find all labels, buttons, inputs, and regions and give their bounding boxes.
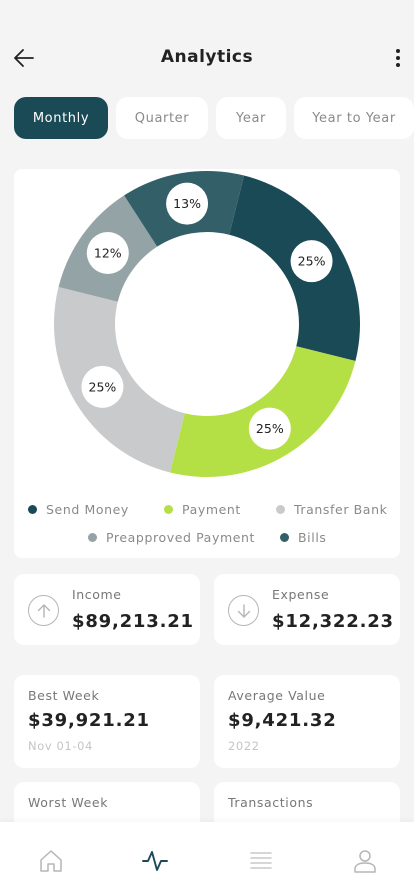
app-header: Analytics <box>0 0 414 90</box>
list-icon <box>250 852 272 869</box>
more-options-button[interactable] <box>390 44 406 72</box>
best-week-label: Best Week <box>28 688 100 703</box>
expense-value: $12,322.23 <box>272 611 394 632</box>
expense-label: Expense <box>272 587 330 602</box>
legend-dot <box>164 505 173 514</box>
tab-year[interactable]: Year <box>216 97 286 139</box>
legend-label: Bills <box>298 530 327 545</box>
chart-legend: Send Money Payment Transfer Bank Preappr… <box>14 502 400 558</box>
income-label: Income <box>72 587 122 602</box>
legend-item-transfer-bank: Transfer Bank <box>276 502 387 517</box>
nav-home[interactable] <box>36 846 66 876</box>
legend-label: Preapproved Payment <box>106 530 256 545</box>
legend-label: Transfer Bank <box>294 502 388 517</box>
best-week-date: Nov 01-04 <box>28 739 93 753</box>
income-value: $89,213.21 <box>72 611 194 632</box>
slice-percent-label: 25% <box>89 379 117 394</box>
transactions-label: Transactions <box>228 795 314 810</box>
average-value-label: Average Value <box>228 688 326 703</box>
home-icon <box>40 850 62 872</box>
best-week-card[interactable]: Best Week $39,921.21 Nov 01-04 <box>14 675 200 768</box>
tab-quarter[interactable]: Quarter <box>116 97 208 139</box>
legend-item-payment: Payment <box>164 502 241 517</box>
best-week-value: $39,921.21 <box>28 710 150 731</box>
tab-year-to-year[interactable]: Year to Year <box>294 97 414 139</box>
spending-chart-card: 25% 25% 25% 12% 13% Send Money Payment Trans… <box>14 169 400 558</box>
average-value-year: 2022 <box>228 739 260 753</box>
legend-dot <box>276 505 285 514</box>
slice-percent-label: 25% <box>256 421 284 436</box>
legend-dot <box>88 533 97 542</box>
slice-percent-label: 25% <box>298 254 326 269</box>
worst-week-label: Worst Week <box>28 795 109 810</box>
nav-analytics[interactable] <box>140 846 170 876</box>
page-title: Analytics <box>160 47 254 67</box>
donut-chart: 25% 25% 25% 12% 13% <box>54 171 361 478</box>
income-card[interactable]: Income $89,213.21 <box>14 574 200 645</box>
legend-item-preapproved-payment: Preapproved Payment <box>88 530 255 545</box>
arrow-up-circle-icon <box>28 595 59 626</box>
activity-icon <box>142 851 168 871</box>
legend-dot <box>28 505 37 514</box>
legend-label: Payment <box>182 502 241 517</box>
tab-monthly[interactable]: Monthly <box>14 97 108 139</box>
period-tabs: Monthly Quarter Year Year to Year <box>14 97 414 139</box>
average-value-card[interactable]: Average Value $9,421.32 2022 <box>214 675 400 768</box>
expense-card[interactable]: Expense $12,322.23 <box>214 574 400 645</box>
profile-icon <box>354 850 376 873</box>
average-value-value: $9,421.32 <box>228 710 337 731</box>
arrow-down-circle-icon <box>228 595 259 626</box>
legend-item-send-money: Send Money <box>28 502 129 517</box>
bottom-navigation <box>0 822 414 896</box>
more-dots-icon <box>396 49 400 53</box>
slice-percent-label: 12% <box>94 245 122 260</box>
nav-list[interactable] <box>246 846 276 876</box>
nav-profile[interactable] <box>350 846 380 876</box>
legend-item-bills: Bills <box>280 530 327 545</box>
legend-dot <box>280 533 289 542</box>
slice-percent-label: 13% <box>173 196 201 211</box>
legend-label: Send Money <box>46 502 129 517</box>
